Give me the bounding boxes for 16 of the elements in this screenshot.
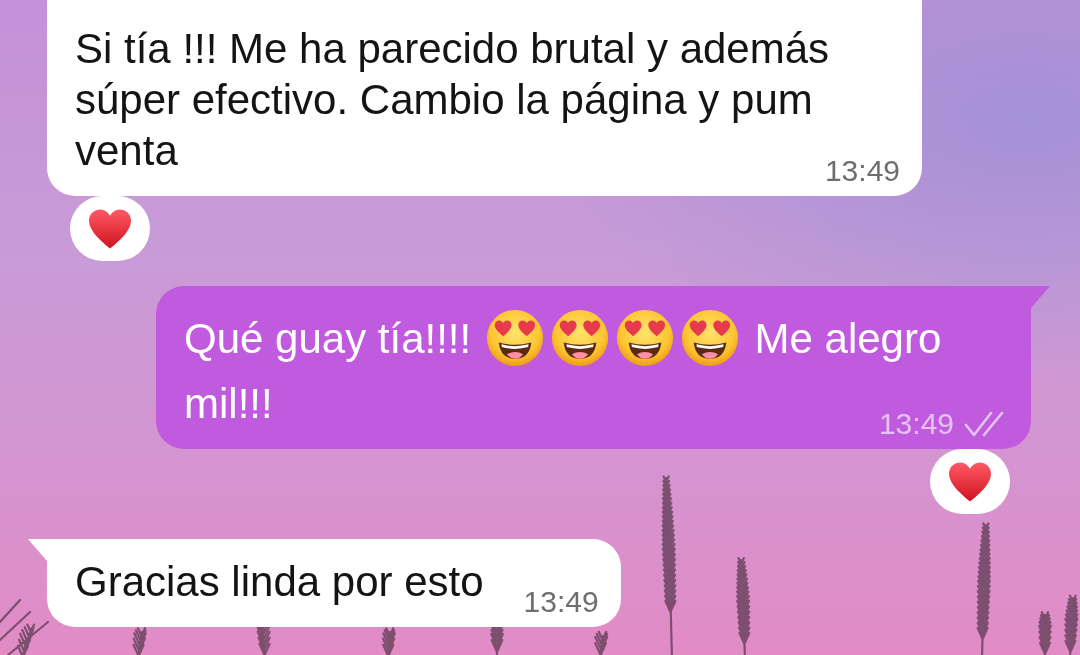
heart-eyes-emoji-icon [486,309,545,367]
heart-icon [87,207,133,250]
message-text: mil!!! [184,380,273,427]
message-text: súper efectivo. Cambio la página y pum [75,76,813,123]
message-text: Me alegro [754,315,942,362]
message-text: Qué guay tía!!!! [184,315,472,362]
message-text: venta [75,127,178,174]
heart-eyes-emoji-icon [551,309,610,367]
heart-icon [947,460,993,503]
heart-eyes-emoji-icon [616,309,675,367]
message-text: Si tía !!! Me ha parecido brutal y además [75,25,830,72]
message-text: Gracias linda por esto [75,558,484,605]
message-time: 13:49 [824,156,900,186]
message-time: 13:49 [878,409,954,439]
heart-eyes-emoji-icon [681,309,740,367]
message-time: 13:49 [523,587,599,617]
